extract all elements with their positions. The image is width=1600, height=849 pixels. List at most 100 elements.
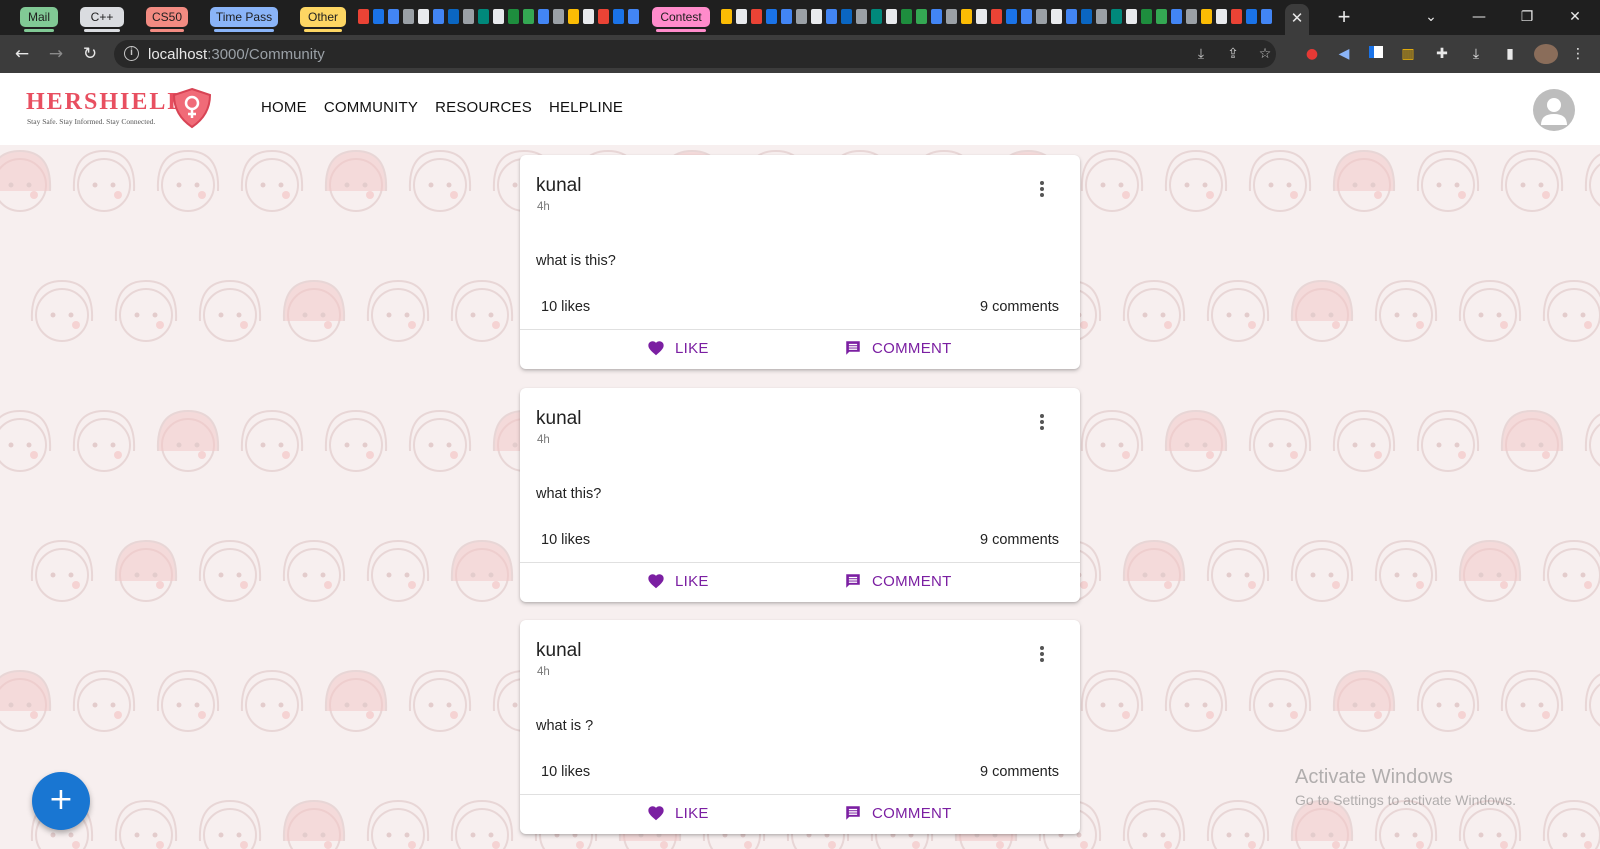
- pinned-tab-favicon[interactable]: [826, 9, 837, 24]
- pinned-tab-favicon[interactable]: [1066, 9, 1077, 24]
- pinned-tab-favicon[interactable]: [508, 9, 519, 24]
- pinned-tab-favicon[interactable]: [1141, 9, 1152, 24]
- pinned-tab-favicon[interactable]: [613, 9, 624, 24]
- pinned-tab-favicon[interactable]: [841, 9, 852, 24]
- pinned-tab-favicon[interactable]: [961, 9, 972, 24]
- pinned-tab-favicon[interactable]: [976, 9, 987, 24]
- active-tab[interactable]: ✕: [1285, 4, 1309, 35]
- pinned-tab-favicon[interactable]: [871, 9, 882, 24]
- nav-home[interactable]: HOME: [261, 99, 307, 116]
- user-avatar-icon[interactable]: [1533, 89, 1575, 131]
- pinned-tab-favicon[interactable]: [1126, 9, 1137, 24]
- pinned-tab-favicon[interactable]: [478, 9, 489, 24]
- pinned-tab-favicon[interactable]: [736, 9, 747, 24]
- tab-group-cs50[interactable]: CS50: [146, 7, 188, 32]
- side-panel-icon[interactable]: ▮: [1500, 44, 1520, 64]
- comment-button[interactable]: COMMENT: [844, 333, 952, 363]
- pinned-tab-favicon[interactable]: [388, 9, 399, 24]
- new-tab-button[interactable]: +: [1332, 4, 1356, 30]
- pinned-tab-favicon[interactable]: [916, 9, 927, 24]
- restore-icon[interactable]: ❐: [1504, 4, 1550, 30]
- pinned-tab-favicon[interactable]: [1171, 9, 1182, 24]
- pinned-tab-favicon[interactable]: [856, 9, 867, 24]
- share-icon[interactable]: ⇪: [1224, 45, 1242, 63]
- pinned-tab-favicon[interactable]: [358, 9, 369, 24]
- pinned-tab-favicon[interactable]: [1081, 9, 1092, 24]
- pinned-tab-favicon[interactable]: [463, 9, 474, 24]
- pinned-tab-favicon[interactable]: [811, 9, 822, 24]
- tab-group-time-pass[interactable]: Time Pass: [210, 7, 278, 32]
- tab-search-icon[interactable]: ⌄: [1408, 4, 1454, 30]
- nav-community[interactable]: COMMUNITY: [324, 99, 418, 116]
- more-options-icon[interactable]: [1034, 179, 1050, 199]
- pinned-tab-favicon[interactable]: [1021, 9, 1032, 24]
- browser-menu-icon[interactable]: ⋮: [1568, 44, 1588, 64]
- extension-audio-icon[interactable]: ◀: [1334, 44, 1354, 64]
- pinned-tab-favicon[interactable]: [403, 9, 414, 24]
- pinned-tab-favicon[interactable]: [568, 9, 579, 24]
- window-close-icon[interactable]: ✕: [1552, 4, 1598, 30]
- comment-button[interactable]: COMMENT: [844, 798, 952, 828]
- pinned-tab-favicon[interactable]: [1216, 9, 1227, 24]
- more-options-icon[interactable]: [1034, 412, 1050, 432]
- pinned-tab-favicon[interactable]: [583, 9, 594, 24]
- pinned-tab-favicon[interactable]: [1051, 9, 1062, 24]
- pinned-tab-favicon[interactable]: [721, 9, 732, 24]
- downloads-icon[interactable]: ⤓: [1466, 44, 1486, 64]
- like-button[interactable]: LIKE: [647, 566, 709, 596]
- comment-button[interactable]: COMMENT: [844, 566, 952, 596]
- extension-record-icon[interactable]: ●: [1302, 44, 1322, 64]
- pinned-tab-favicon[interactable]: [1156, 9, 1167, 24]
- more-options-icon[interactable]: [1034, 644, 1050, 664]
- comment-count[interactable]: 9 comments: [980, 532, 1059, 548]
- pinned-tab-favicon[interactable]: [538, 9, 549, 24]
- pinned-tab-favicon[interactable]: [766, 9, 777, 24]
- pinned-tab-favicon[interactable]: [796, 9, 807, 24]
- tab-group-other[interactable]: Other: [300, 7, 346, 32]
- post-author[interactable]: kunal: [536, 408, 581, 430]
- pinned-tab-favicon[interactable]: [523, 9, 534, 24]
- reload-icon[interactable]: ↻: [77, 41, 103, 67]
- pinned-tab-favicon[interactable]: [901, 9, 912, 24]
- like-button[interactable]: LIKE: [647, 333, 709, 363]
- pinned-tab-favicon[interactable]: [1201, 9, 1212, 24]
- brand-logo[interactable]: HERSHIELD Stay Safe. Stay Informed. Stay…: [26, 87, 226, 131]
- pinned-tab-favicon[interactable]: [1006, 9, 1017, 24]
- pinned-tab-favicon[interactable]: [433, 9, 444, 24]
- extensions-puzzle-icon[interactable]: ✚: [1432, 44, 1452, 64]
- pinned-tab-favicon[interactable]: [598, 9, 609, 24]
- pinned-tab-favicon[interactable]: [991, 9, 1002, 24]
- comment-count[interactable]: 9 comments: [980, 764, 1059, 780]
- extension-chart-icon[interactable]: ▥: [1398, 44, 1418, 64]
- tab-group-cpp[interactable]: C++: [80, 7, 124, 32]
- comment-count[interactable]: 9 comments: [980, 299, 1059, 315]
- like-button[interactable]: LIKE: [647, 798, 709, 828]
- pinned-tab-favicon[interactable]: [1246, 9, 1257, 24]
- address-bar[interactable]: i localhost:3000/Community ⤓ ⇪ ☆: [114, 40, 1276, 68]
- url-text[interactable]: localhost:3000/Community: [148, 46, 325, 63]
- nav-resources[interactable]: RESOURCES: [435, 99, 532, 116]
- nav-helpline[interactable]: HELPLINE: [549, 99, 623, 116]
- site-info-icon[interactable]: i: [124, 46, 139, 61]
- pinned-tab-favicon[interactable]: [1036, 9, 1047, 24]
- pinned-tab-favicon[interactable]: [886, 9, 897, 24]
- extension-flag-icon[interactable]: [1366, 44, 1386, 64]
- close-icon[interactable]: ✕: [1291, 10, 1304, 27]
- pinned-tab-favicon[interactable]: [1096, 9, 1107, 24]
- pinned-tab-favicon[interactable]: [751, 9, 762, 24]
- back-icon[interactable]: ←: [9, 41, 35, 67]
- bookmark-star-icon[interactable]: ☆: [1256, 45, 1274, 63]
- install-app-icon[interactable]: ⤓: [1192, 45, 1210, 63]
- post-author[interactable]: kunal: [536, 640, 581, 662]
- pinned-tab-favicon[interactable]: [373, 9, 384, 24]
- pinned-tab-favicon[interactable]: [1231, 9, 1242, 24]
- pinned-tab-favicon[interactable]: [781, 9, 792, 24]
- pinned-tab-favicon[interactable]: [1261, 9, 1272, 24]
- pinned-tab-favicon[interactable]: [418, 9, 429, 24]
- pinned-tab-favicon[interactable]: [553, 9, 564, 24]
- pinned-tab-favicon[interactable]: [628, 9, 639, 24]
- pinned-tab-favicon[interactable]: [931, 9, 942, 24]
- pinned-tab-favicon[interactable]: [448, 9, 459, 24]
- post-author[interactable]: kunal: [536, 175, 581, 197]
- pinned-tab-favicon[interactable]: [946, 9, 957, 24]
